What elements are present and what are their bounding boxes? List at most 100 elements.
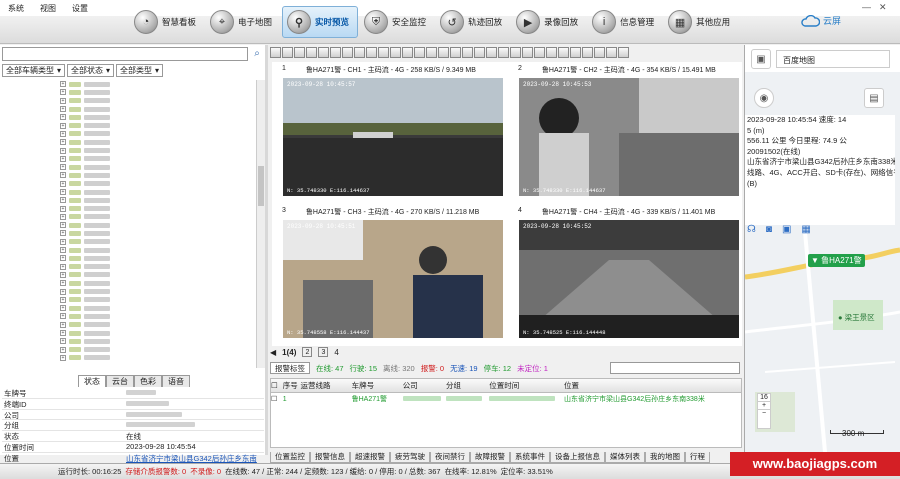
tree-item[interactable]: + [4,88,254,96]
property-value[interactable]: 山东省济宁市梁山县G342后孙庄乡东南 [126,453,264,463]
video-frame[interactable]: 2023-09-28 10:45:52 N: 35.748525 E:116.14… [519,220,739,338]
tree-item[interactable]: + [4,196,254,204]
bottom-tab-0[interactable]: 位置监控 [270,452,310,463]
vehicle-search-input[interactable] [2,47,248,61]
grid-icon[interactable]: ▦ [801,224,810,235]
video-frame[interactable]: 2023-09-28 10:45:57 N: 35.748330 E:116.14… [283,78,503,196]
video-cell-ch2[interactable]: 2 鲁HA271警 - CH2 - 主码流 - 4G - 354 KB/S / 1… [508,62,742,202]
nav-shield[interactable]: ⛨ 安全监控 [360,6,434,38]
tree-item[interactable]: + [4,254,254,262]
tree-item[interactable]: + [4,304,254,312]
tree-item[interactable]: + [4,346,254,354]
alarm-tag-tab[interactable]: 报警标签 [270,362,310,374]
zoom-out-button[interactable]: − [758,409,770,417]
tree-item[interactable]: + [4,213,254,221]
menu-system[interactable]: 系统 [0,3,32,14]
video-tool-button[interactable] [402,47,413,58]
tree-item[interactable]: + [4,80,254,88]
video-tool-button[interactable] [450,47,461,58]
video-tool-button[interactable] [558,47,569,58]
video-tool-button[interactable] [330,47,341,58]
minimize-icon[interactable]: — [862,2,871,13]
tree-item[interactable]: + [4,163,254,171]
video-tool-button[interactable] [282,47,293,58]
bottom-tab-2[interactable]: 超速报警 [350,452,390,463]
tree-item[interactable]: + [4,204,254,212]
video-tool-button[interactable] [438,47,449,58]
expand-icon[interactable]: + [60,321,66,328]
expand-icon[interactable]: + [60,180,66,187]
tree-item[interactable]: + [4,321,254,329]
headset-icon[interactable]: ☊ [747,224,756,235]
tree-item[interactable]: + [4,337,254,345]
video-tool-button[interactable] [594,47,605,58]
page-2[interactable]: 2 [302,347,313,357]
tree-item[interactable]: + [4,146,254,154]
tree-item[interactable]: + [4,180,254,188]
nav-apps[interactable]: ▦ 其他应用 [664,6,738,38]
bottom-tab-3[interactable]: 疲劳驾驶 [390,452,430,463]
menu-settings[interactable]: 设置 [64,3,96,14]
vehicle-marker[interactable]: ▼ 鲁HA271警 [808,254,865,267]
tab-0[interactable]: 状态 [78,375,106,387]
select-all-checkbox[interactable]: ☐ [271,381,283,390]
bottom-tab-8[interactable]: 媒体列表 [605,452,645,463]
nav-magnifier[interactable]: ⚲ 实时预览 [282,6,359,38]
search-icon[interactable]: ⌕ [250,47,264,61]
bottom-tab-10[interactable]: 行程 [685,452,710,463]
video-tool-button[interactable] [606,47,617,58]
video-frame[interactable]: 2023-09-28 10:45:51 N: 35.748558 E:116.14… [283,220,503,338]
zoom-in-button[interactable]: + [758,401,770,409]
video-tool-button[interactable] [462,47,473,58]
expand-icon[interactable]: + [60,147,66,154]
expand-icon[interactable]: + [60,280,66,287]
expand-icon[interactable]: + [60,164,66,171]
save-icon[interactable]: ▣ [751,49,771,69]
expand-icon[interactable]: + [60,238,66,245]
alarm-filter-select[interactable] [610,362,740,374]
tab-1[interactable]: 云台 [106,375,134,387]
prev-page-icon[interactable]: ◀ [270,348,276,357]
tree-item[interactable]: + [4,121,254,129]
expand-icon[interactable]: + [60,330,66,337]
expand-icon[interactable]: + [60,155,66,162]
bottom-tab-9[interactable]: 我的地图 [645,452,685,463]
expand-icon[interactable]: + [60,288,66,295]
expand-icon[interactable]: + [60,313,66,320]
nav-film[interactable]: ▶ 录像回放 [512,6,586,38]
nav-dashboard[interactable]: ◔ 智慧看板 [130,6,204,38]
tree-item[interactable]: + [4,171,254,179]
expand-icon[interactable]: + [60,346,66,353]
video-tool-button[interactable] [534,47,545,58]
bottom-tab-6[interactable]: 系统事件 [510,452,550,463]
menu-view[interactable]: 视图 [32,3,64,14]
camera-icon[interactable]: ◙ [766,224,772,235]
expand-icon[interactable]: + [60,271,66,278]
map-provider-select[interactable]: 百度地图 [776,50,890,68]
layers-icon[interactable]: ◉ [754,88,774,108]
expand-icon[interactable]: + [60,263,66,270]
tree-item[interactable]: + [4,221,254,229]
tree-item[interactable]: + [4,296,254,304]
type-filter[interactable]: 全部类型 ▾ [116,64,164,77]
panel-splitter[interactable] [265,45,268,455]
tree-item[interactable]: + [4,97,254,105]
expand-icon[interactable]: + [60,296,66,303]
expand-icon[interactable]: + [60,114,66,121]
tab-3[interactable]: 语音 [162,375,190,387]
tree-item[interactable]: + [4,271,254,279]
expand-icon[interactable]: + [60,255,66,262]
video-tool-button[interactable] [522,47,533,58]
nav-info[interactable]: i 信息管理 [588,6,662,38]
cloud-screen-button[interactable]: 云屏 [800,14,841,27]
video-tool-button[interactable] [318,47,329,58]
video-tool-button[interactable] [498,47,509,58]
tree-scrollbar[interactable] [256,80,265,368]
expand-icon[interactable]: + [60,197,66,204]
video-cell-ch1[interactable]: 1 鲁HA271警 - CH1 - 主码流 - 4G - 258 KB/S / 9… [272,62,506,202]
tab-2[interactable]: 色彩 [134,375,162,387]
traffic-icon[interactable]: ▤ [864,88,884,108]
tree-item[interactable]: + [4,130,254,138]
tree-item[interactable]: + [4,246,254,254]
scrollbar-thumb[interactable] [258,166,264,206]
